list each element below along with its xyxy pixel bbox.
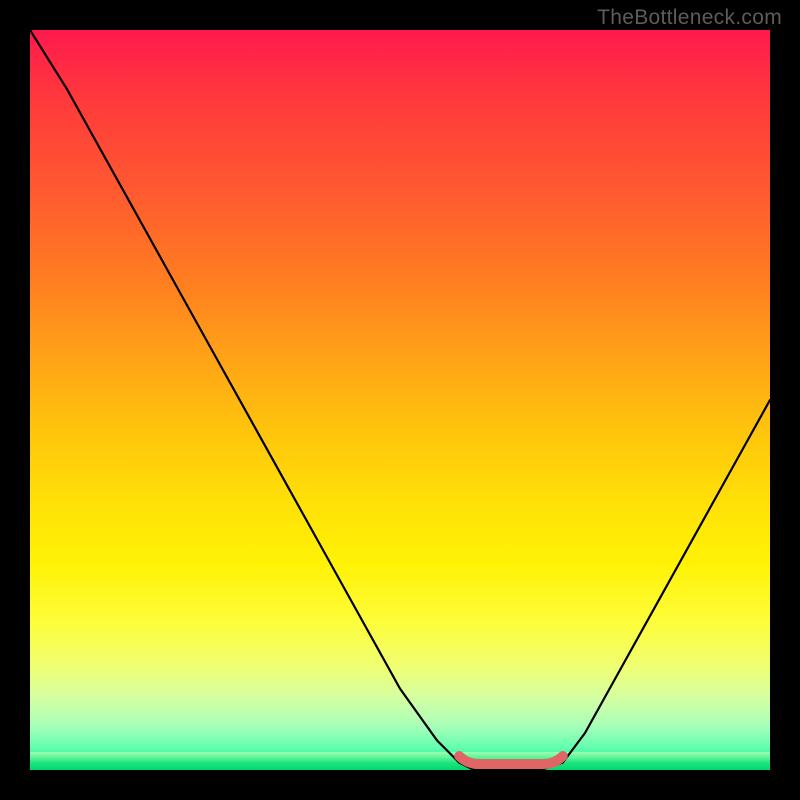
chart-svg: [30, 30, 770, 770]
watermark-text: TheBottleneck.com: [597, 6, 782, 30]
bottleneck-curve-line: [30, 30, 770, 770]
flat-minimum-marker: [459, 756, 563, 764]
chart-frame: TheBottleneck.com: [0, 0, 800, 800]
plot-area: [30, 30, 770, 770]
